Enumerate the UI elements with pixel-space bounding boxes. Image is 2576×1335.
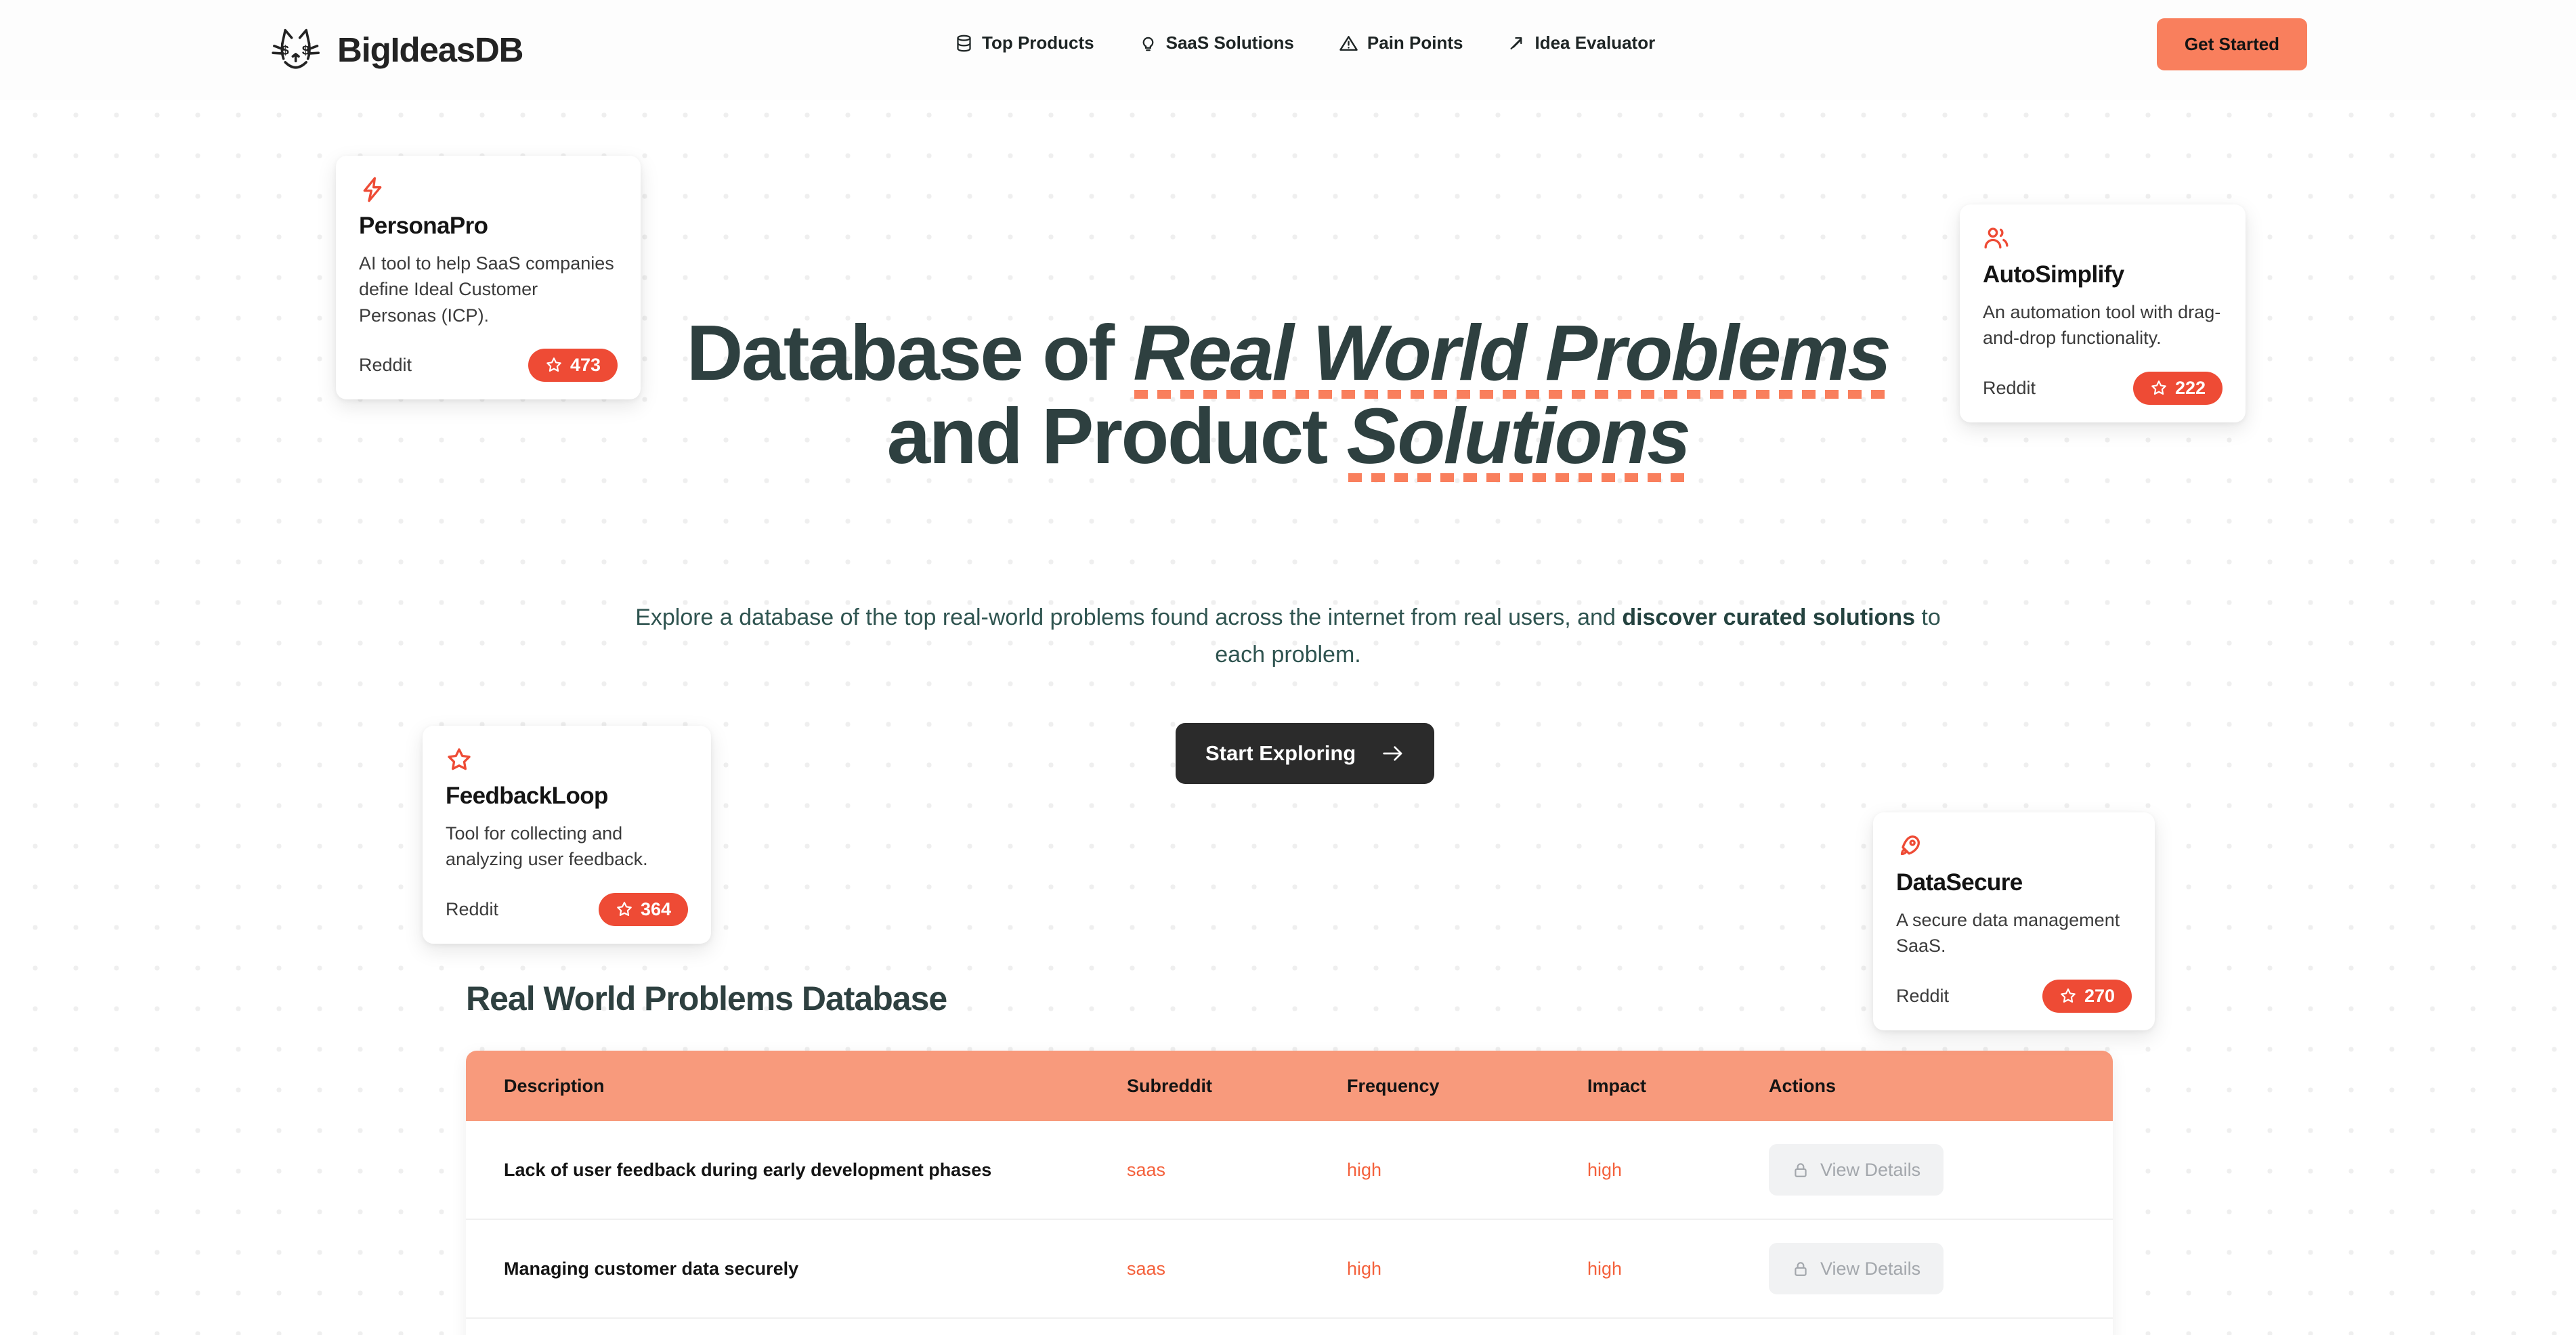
star-icon <box>546 357 561 372</box>
card-source: Reddit <box>359 354 412 375</box>
floating-card-feedbackloop[interactable]: FeedbackLoop Tool for collecting and ana… <box>423 726 711 944</box>
view-details-button[interactable]: View Details <box>1769 1144 1944 1196</box>
nav-item-pain-points[interactable]: Pain Points <box>1339 32 1463 53</box>
subtitle-bold: discover curated solutions <box>1622 605 1915 630</box>
table-row: Managing customer data securely saas hig… <box>466 1220 2113 1319</box>
star-icon <box>2151 380 2166 395</box>
cell-impact: high <box>1587 1159 1623 1180</box>
card-title: PersonaPro <box>359 213 488 239</box>
status-badge: 222 <box>2132 371 2223 405</box>
nav-label-idea-evaluator: Idea Evaluator <box>1534 32 1656 53</box>
floating-card-personapro[interactable]: PersonaPro AI tool to help SaaS companie… <box>336 156 641 399</box>
card-source: Reddit <box>446 898 499 919</box>
warning-triangle-icon <box>1339 35 1358 51</box>
arrow-right-icon <box>1383 746 1402 761</box>
nav-item-top-products[interactable]: Top Products <box>955 32 1094 53</box>
cell-frequency: high <box>1347 1159 1382 1180</box>
site-header: $ $ BigIdeasDB Top Products SaaS Solutio… <box>0 0 2576 100</box>
lightbulb-icon <box>1142 37 1153 51</box>
nav-label-pain-points: Pain Points <box>1367 32 1463 53</box>
star-icon <box>446 746 688 773</box>
brand-name: BigIdeasDB <box>337 30 523 69</box>
view-details-button[interactable]: View Details <box>1769 1243 1944 1294</box>
table-header-row: Description Subreddit Frequency Impact A… <box>466 1051 2113 1121</box>
cell-actions: View Details <box>1769 1144 2075 1196</box>
view-details-label: View Details <box>1820 1159 1921 1180</box>
table-row: Lack of user feedback during early devel… <box>466 1121 2113 1220</box>
card-description: AI tool to help SaaS companies define Id… <box>359 253 614 326</box>
title-segment-1: Database of <box>686 309 1134 397</box>
database-icon <box>957 35 971 51</box>
view-details-label: View Details <box>1820 1258 1921 1279</box>
lock-icon <box>1795 1262 1807 1276</box>
get-started-button[interactable]: Get Started <box>2157 18 2307 70</box>
column-header-frequency: Frequency <box>1347 1075 1440 1096</box>
card-score: 270 <box>2084 985 2115 1006</box>
cell-description: Lack of user feedback during early devel… <box>504 1159 992 1180</box>
card-score: 473 <box>570 354 601 375</box>
title-emphasis-2: Solutions <box>1346 391 1691 482</box>
start-exploring-button[interactable]: Start Exploring <box>1176 723 1435 784</box>
svg-text:$: $ <box>282 43 289 58</box>
nav-label-saas-solutions: SaaS Solutions <box>1165 32 1294 53</box>
star-icon <box>2061 988 2076 1003</box>
floating-card-autosimplify[interactable]: AutoSimplify An automation tool with dra… <box>1960 204 2246 422</box>
card-footer: Reddit 473 <box>359 348 618 382</box>
problems-table: Description Subreddit Frequency Impact A… <box>466 1051 2113 1335</box>
cell-subreddit: saas <box>1127 1258 1166 1279</box>
card-description: Tool for collecting and analyzing user f… <box>446 823 648 870</box>
card-title: AutoSimplify <box>1983 261 2124 288</box>
status-badge: 473 <box>528 348 618 382</box>
status-badge: 364 <box>598 892 688 926</box>
cell-frequency: high <box>1347 1258 1382 1279</box>
nav-label-top-products: Top Products <box>982 32 1094 53</box>
start-exploring-label: Start Exploring <box>1205 741 1356 765</box>
column-header-subreddit: Subreddit <box>1127 1075 1212 1096</box>
card-footer: Reddit 364 <box>446 892 688 926</box>
cat-money-face-logo: $ $ <box>272 28 320 69</box>
page-title: Database of Real World Problems and Prod… <box>611 309 1965 482</box>
cell-description: Managing customer data securely <box>504 1258 799 1279</box>
section-title-database: Real World Problems Database <box>466 980 947 1017</box>
card-footer: Reddit 270 <box>1896 979 2132 1013</box>
card-source: Reddit <box>1896 985 1950 1006</box>
card-description: An automation tool with drag-and-drop fu… <box>1983 302 2221 349</box>
card-footer: Reddit 222 <box>1983 371 2223 405</box>
chevron-arrow-icon <box>1510 37 1522 49</box>
card-description: A secure data management SaaS. <box>1896 910 2120 957</box>
nav-item-saas-solutions[interactable]: SaaS Solutions <box>1139 32 1294 53</box>
rocket-icon <box>1896 833 2132 860</box>
title-segment-2: and Product <box>886 391 1347 480</box>
card-title: FeedbackLoop <box>446 783 608 809</box>
card-score: 222 <box>2174 377 2206 398</box>
card-source: Reddit <box>1983 377 2036 398</box>
status-badge: 270 <box>2042 979 2132 1013</box>
svg-text:$: $ <box>302 43 309 58</box>
cell-impact: high <box>1587 1258 1623 1279</box>
lightning-bolt-icon <box>359 176 618 203</box>
column-header-actions: Actions <box>1769 1075 1837 1096</box>
users-icon <box>1983 225 2223 252</box>
card-title: DataSecure <box>1896 869 2023 896</box>
lock-icon <box>1795 1163 1807 1177</box>
table-row-partial <box>466 1319 2113 1335</box>
floating-card-datasecure[interactable]: DataSecure A secure data management SaaS… <box>1873 812 2155 1030</box>
title-emphasis-1: Real World Problems <box>1133 309 1891 399</box>
main-nav: Top Products SaaS Solutions Pain Points <box>955 32 1655 53</box>
cell-actions: View Details <box>1769 1243 2075 1294</box>
column-header-impact: Impact <box>1587 1075 1647 1096</box>
star-icon <box>617 902 632 917</box>
cell-subreddit: saas <box>1127 1159 1166 1180</box>
subtitle-segment-1: Explore a database of the top real-world… <box>635 605 1623 630</box>
nav-item-idea-evaluator[interactable]: Idea Evaluator <box>1507 32 1655 53</box>
brand-logo-link[interactable]: $ $ BigIdeasDB <box>270 20 523 79</box>
column-header-description: Description <box>504 1075 605 1096</box>
card-score: 364 <box>640 898 671 919</box>
hero-subtitle: Explore a database of the top real-world… <box>611 599 1965 674</box>
